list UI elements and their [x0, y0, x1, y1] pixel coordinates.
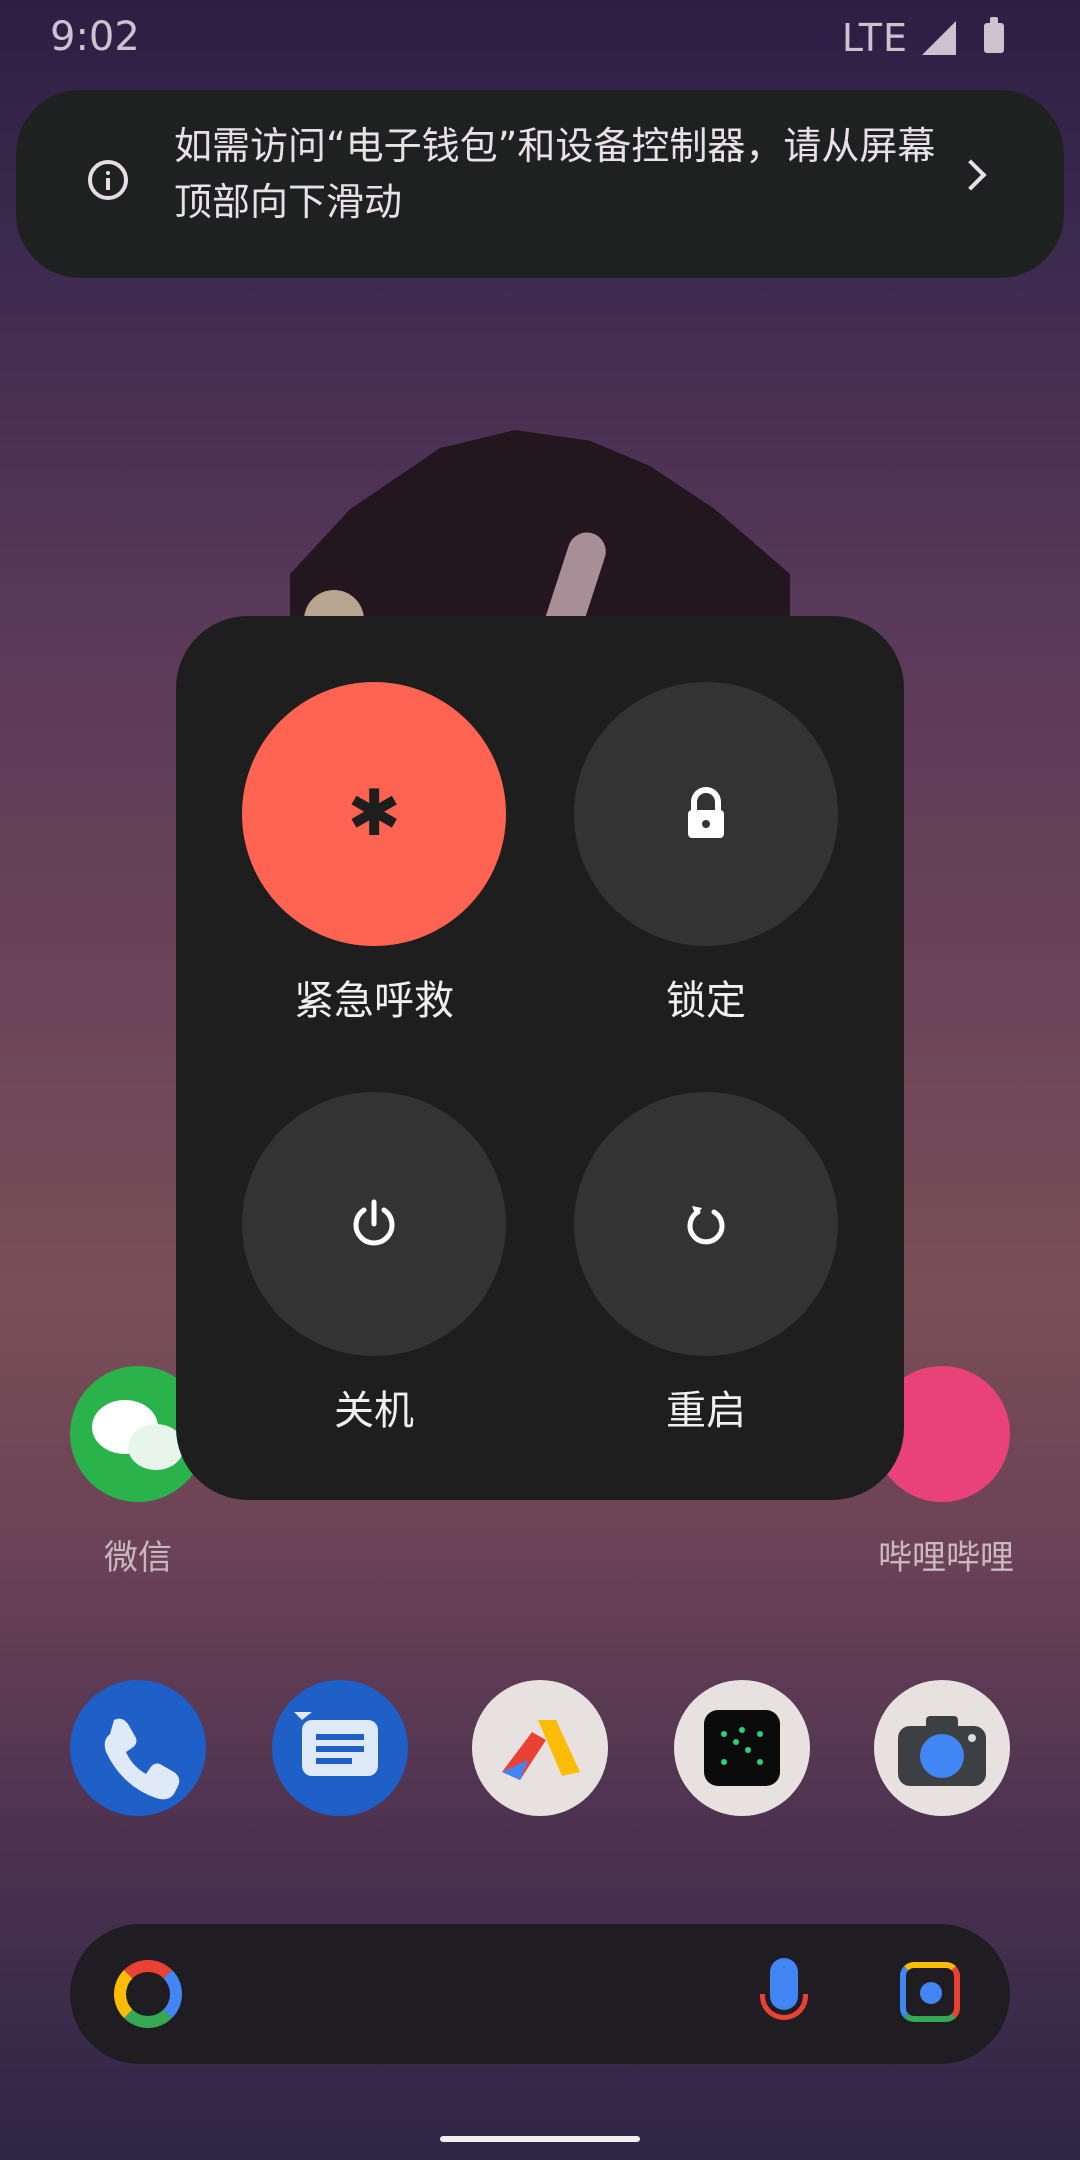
google-logo-icon	[114, 1960, 182, 2028]
power-off-label: 关机	[334, 1388, 414, 1434]
restart-label: 重启	[666, 1388, 746, 1434]
emergency-call-label: 紧急呼救	[294, 978, 454, 1024]
wechat-app-label: 微信	[104, 1538, 172, 1578]
microphone-stand-icon	[760, 1994, 808, 2020]
google-search-bar[interactable]	[70, 1924, 1010, 2064]
clock: 9:02	[50, 14, 140, 60]
signal-icon	[922, 21, 956, 55]
pinwheel-app-icon[interactable]	[472, 1680, 608, 1816]
camera-app-icon[interactable]	[874, 1680, 1010, 1816]
bilibili-app-label: 哔哩哔哩	[878, 1538, 1014, 1578]
lock-label: 锁定	[666, 978, 746, 1024]
phone-app-icon[interactable]	[70, 1680, 206, 1816]
battery-icon	[984, 17, 1004, 53]
banner-message: 如需访问“电子钱包”和设备控制器，请从屏幕顶部向下滑动	[174, 124, 936, 224]
asterisk-icon: ✱	[347, 777, 401, 851]
matrix-app-icon[interactable]	[674, 1680, 810, 1816]
lock-icon	[688, 787, 724, 838]
restart-button[interactable]	[574, 1092, 838, 1356]
restart-icon	[687, 1206, 725, 1245]
messages-app-icon[interactable]	[272, 1680, 408, 1816]
power-menu-dialog: ✱ 紧急呼救 锁定 关机 重启	[176, 616, 904, 1500]
gesture-nav-handle[interactable]	[440, 2136, 640, 2142]
power-icon	[353, 1199, 395, 1246]
lock-button[interactable]	[574, 682, 838, 946]
emergency-call-button[interactable]: ✱	[242, 682, 506, 946]
google-lens-dot	[920, 1982, 942, 2004]
status-icons: LTE	[842, 16, 1004, 60]
power-off-button[interactable]	[242, 1092, 506, 1356]
wallet-hint-banner[interactable]: 如需访问“电子钱包”和设备控制器，请从屏幕顶部向下滑动	[16, 90, 1064, 278]
network-type: LTE	[841, 16, 908, 60]
status-bar: 9:02 LTE	[0, 0, 1080, 76]
info-icon	[88, 160, 128, 200]
